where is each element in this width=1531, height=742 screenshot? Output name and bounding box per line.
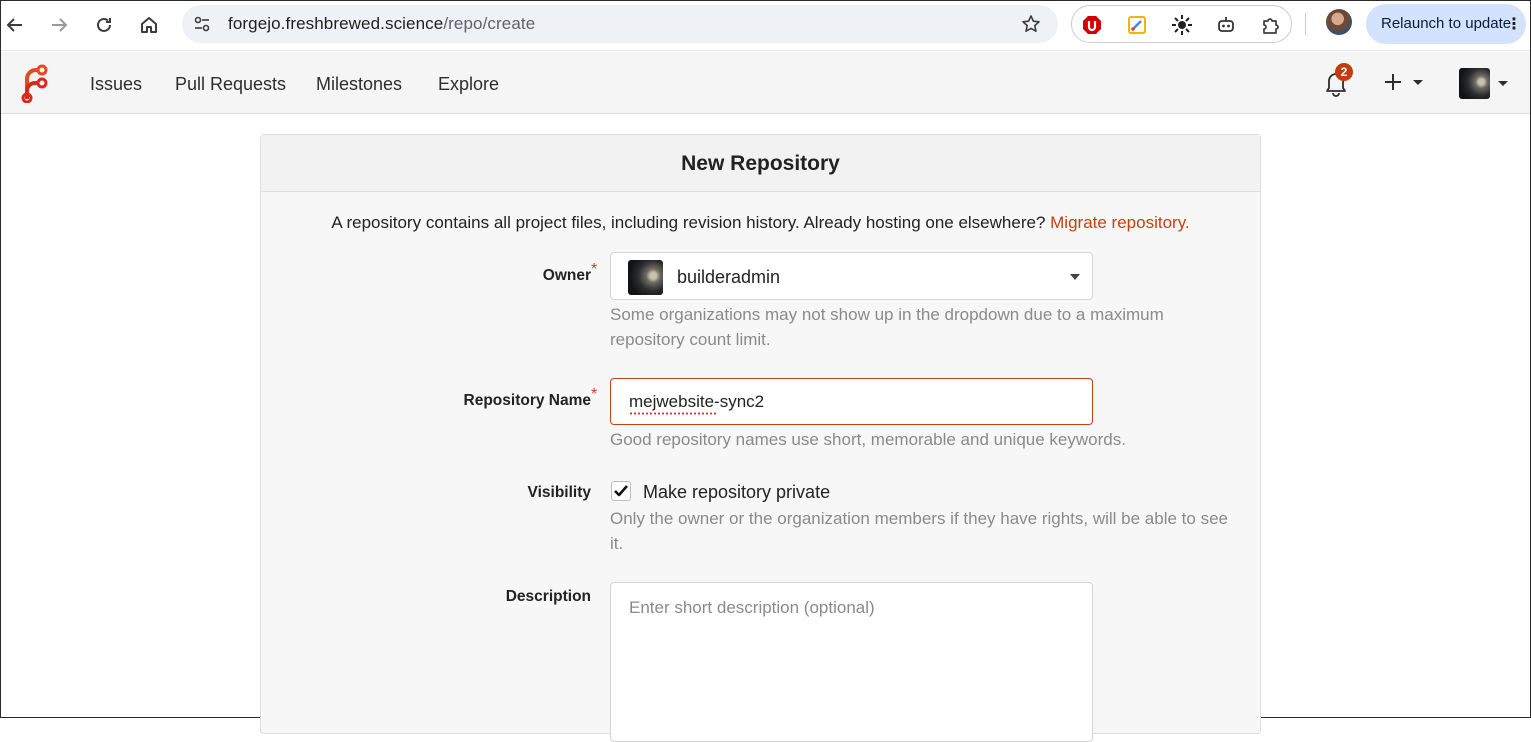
sun-extension-icon[interactable] — [1170, 13, 1194, 37]
repository-name-help-text: Good repository names use short, memorab… — [610, 430, 1126, 449]
nav-link-explore[interactable]: Explore — [438, 74, 499, 95]
star-icon[interactable] — [1020, 13, 1042, 35]
page-title: New Repository — [261, 135, 1260, 192]
forgejo-logo-icon[interactable] — [18, 63, 48, 104]
checkmark-icon — [614, 485, 628, 497]
url-path: /repo/create — [443, 14, 536, 33]
new-repository-card: New Repository A repository contains all… — [260, 134, 1261, 742]
owner-label-text: Owner — [542, 267, 591, 284]
plus-icon — [1385, 74, 1401, 90]
repository-name-input[interactable] — [610, 378, 1093, 425]
owner-help-text: Some organizations may not show up in th… — [610, 305, 1164, 349]
extensions-puzzle-icon[interactable] — [1259, 13, 1283, 37]
kebab-menu-icon[interactable]: ⋮ — [1506, 14, 1522, 34]
description-textarea[interactable] — [610, 582, 1093, 742]
repository-name-label-text: Repository Name — [463, 392, 591, 409]
nav-link-pull-requests[interactable]: Pull Requests — [175, 74, 286, 95]
url-text: forgejo.freshbrewed.science/repo/create — [228, 14, 535, 34]
back-icon[interactable] — [1, 11, 29, 39]
visibility-help-text: Only the owner or the organization membe… — [610, 509, 1228, 553]
relaunch-label: Relaunch to update — [1381, 15, 1512, 32]
user-avatar — [1459, 68, 1490, 99]
visibility-label: Visibility — [527, 484, 591, 501]
spellcheck-underline — [629, 412, 717, 415]
owner-selected-value: builderadmin — [677, 267, 781, 287]
user-menu-button[interactable] — [1459, 68, 1513, 100]
site-settings-icon[interactable] — [192, 14, 212, 34]
robot-extension-icon[interactable] — [1214, 13, 1238, 37]
relaunch-button[interactable]: Relaunch to update ⋮ — [1366, 4, 1526, 44]
description-label: Description — [505, 588, 591, 605]
intro-text: A repository contains all project files,… — [261, 213, 1260, 233]
private-checkbox[interactable] — [611, 481, 631, 501]
create-menu-button[interactable] — [1382, 70, 1428, 96]
extensions-area — [1071, 5, 1292, 43]
toolbar-divider — [1305, 13, 1306, 35]
nav-link-issues[interactable]: Issues — [90, 74, 142, 95]
ublock-icon[interactable] — [1080, 13, 1104, 37]
browser-toolbar: forgejo.freshbrewed.science/repo/create … — [1, 1, 1530, 51]
required-mark: * — [591, 261, 598, 278]
notification-count-badge: 2 — [1335, 63, 1353, 81]
notifications-button[interactable]: 2 — [1323, 63, 1353, 99]
private-checkbox-label[interactable]: Make repository private — [643, 482, 830, 503]
owner-select[interactable]: builderadmin — [610, 252, 1093, 300]
url-host: forgejo.freshbrewed.science — [228, 14, 444, 33]
address-bar[interactable]: forgejo.freshbrewed.science/repo/create — [182, 5, 1058, 43]
intro-description: A repository contains all project files,… — [331, 213, 1046, 232]
home-icon[interactable] — [135, 11, 163, 39]
app-navbar: Issues Pull Requests Milestones Explore … — [1, 52, 1530, 114]
nav-link-milestones[interactable]: Milestones — [316, 74, 402, 95]
reload-icon[interactable] — [90, 11, 118, 39]
color-picker-icon[interactable] — [1125, 13, 1149, 37]
repository-name-label: Repository Name * — [391, 386, 598, 410]
owner-avatar — [628, 260, 663, 295]
chevron-down-icon — [1498, 81, 1508, 86]
chevron-down-icon — [1413, 80, 1423, 85]
browser-profile-avatar[interactable] — [1326, 9, 1352, 35]
owner-label: Owner * — [391, 261, 597, 285]
forward-icon[interactable] — [45, 11, 73, 39]
migrate-repository-link[interactable]: Migrate repository. — [1050, 213, 1190, 232]
required-mark: * — [591, 386, 598, 403]
dropdown-caret-icon — [1070, 274, 1080, 280]
